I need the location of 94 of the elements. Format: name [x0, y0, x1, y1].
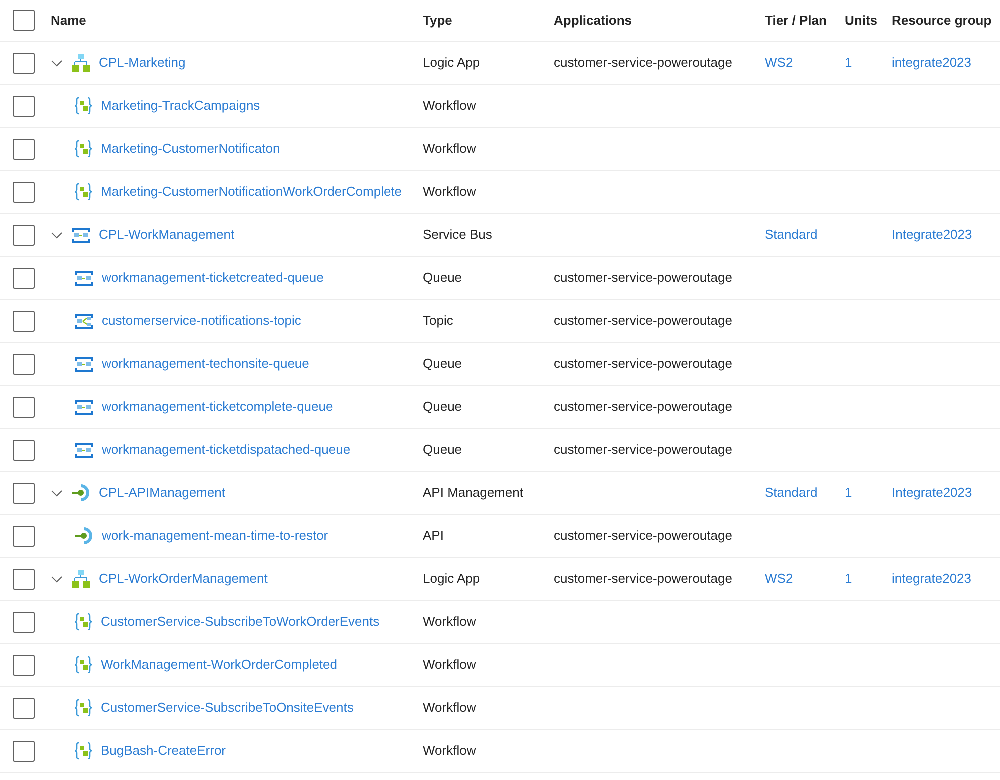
resource-group-link[interactable]: Integrate2023: [892, 227, 972, 242]
type-cell-text: Queue: [423, 269, 464, 288]
row-checkbox[interactable]: [13, 698, 35, 718]
resource-link[interactable]: workmanagement-ticketcreated-queue: [102, 268, 324, 288]
application-cell: customer-service-poweroutage: [554, 571, 732, 586]
resource-link[interactable]: Marketing-TrackCampaigns: [101, 96, 260, 116]
type-cell-text: Service Bus: [423, 226, 494, 244]
type-cell-text: API: [423, 527, 445, 546]
tier-link[interactable]: Standard: [765, 485, 818, 500]
application-cell: customer-service-poweroutage: [554, 528, 732, 544]
resource-link[interactable]: workmanagement-ticketdispatached-queue: [102, 440, 351, 460]
resource-link[interactable]: work-management-mean-time-to-restor: [102, 526, 328, 546]
units-link[interactable]: 1: [845, 55, 852, 70]
resource-link[interactable]: BugBash-CreateError: [101, 741, 226, 761]
topic-icon: [75, 314, 93, 328]
type-cell-text: API Management: [423, 484, 524, 502]
row-checkbox[interactable]: [13, 612, 35, 632]
row-checkbox[interactable]: [13, 740, 35, 762]
type-cell-text: Workflow: [423, 183, 478, 202]
column-header[interactable]: Applications: [554, 10, 765, 30]
row-checkbox[interactable]: [13, 440, 35, 460]
queue-icon: [72, 228, 90, 242]
resource-link[interactable]: Marketing-CustomerNotificaton: [101, 139, 280, 159]
row-checkbox[interactable]: [13, 310, 35, 332]
type-cell-text: Workflow: [423, 613, 478, 632]
resource-group-link[interactable]: integrate2023: [892, 571, 972, 586]
application-cell: customer-service-poweroutage: [554, 55, 732, 70]
row-checkbox[interactable]: [13, 96, 35, 116]
type-cell-text: Workflow: [423, 742, 478, 760]
type-cell-text: Workflow: [423, 140, 478, 158]
resource-link[interactable]: WorkManagement-WorkOrderCompleted: [101, 655, 338, 675]
queue-icon: [75, 442, 93, 458]
type-cell-text: Workflow: [423, 699, 478, 718]
row-checkbox[interactable]: [13, 182, 35, 202]
row-checkbox[interactable]: [13, 354, 35, 374]
resource-link[interactable]: CPL-WorkOrderManagement: [99, 569, 268, 589]
resource-link[interactable]: CustomerService-SubscribeToOnsiteEvents: [101, 698, 354, 718]
row-checkbox[interactable]: [13, 654, 35, 676]
resource-link[interactable]: CustomerService-SubscribeToWorkOrderEvents: [101, 612, 380, 632]
type-cell-text: Queue: [423, 355, 464, 374]
tier-link[interactable]: WS2: [765, 55, 794, 70]
resource-link[interactable]: workmanagement-ticketcomplete-queue: [102, 397, 334, 417]
units-link[interactable]: 1: [845, 485, 852, 500]
application-cell: customer-service-poweroutage: [554, 399, 732, 414]
type-cell-text: Queue: [423, 441, 464, 460]
row-checkbox[interactable]: [13, 138, 35, 160]
api-icon: [75, 527, 93, 545]
resource-group-link[interactable]: integrate2023: [892, 55, 972, 70]
application-cell: customer-service-poweroutage: [554, 356, 732, 372]
type-cell-text: Logic App: [423, 54, 482, 72]
column-header[interactable]: Resource group: [892, 10, 1000, 30]
queue-icon: [75, 270, 93, 286]
queue-icon: [75, 400, 93, 414]
application-cell: customer-service-poweroutage: [554, 270, 732, 286]
type-cell-text: Workflow: [423, 656, 478, 674]
row-checkbox[interactable]: [13, 52, 35, 74]
row-checkbox[interactable]: [13, 482, 35, 504]
api-icon: [72, 484, 90, 502]
tier-link[interactable]: Standard: [765, 227, 818, 242]
resource-group-link[interactable]: Integrate2023: [892, 485, 972, 500]
type-cell-text: Logic App: [423, 570, 482, 588]
hierarchy-icon: [72, 54, 90, 72]
tier-link[interactable]: WS2: [765, 571, 794, 586]
row-checkbox[interactable]: [13, 526, 35, 546]
application-cell: customer-service-poweroutage: [554, 442, 732, 458]
type-cell-text: Queue: [423, 398, 464, 416]
type-cell-text: Topic: [423, 312, 454, 330]
workflow-icon: [75, 699, 92, 717]
workflow-icon: [75, 97, 92, 115]
resource-link[interactable]: CPL-WorkManagement: [99, 225, 235, 245]
row-checkbox[interactable]: [13, 10, 35, 31]
column-header[interactable]: Units: [845, 10, 892, 30]
workflow-icon: [75, 183, 92, 201]
resource-link[interactable]: Marketing-CustomerNotificationWorkOrderComplete: [101, 182, 402, 202]
workflow-icon: [75, 656, 92, 674]
queue-icon: [75, 356, 93, 372]
units-link[interactable]: 1: [845, 571, 852, 586]
workflow-icon: [75, 613, 92, 631]
resource-link[interactable]: CPL-APIManagement: [99, 483, 226, 503]
row-checkbox[interactable]: [13, 268, 35, 288]
row-checkbox[interactable]: [13, 224, 35, 246]
column-header[interactable]: Tier / Plan: [765, 10, 845, 30]
workflow-icon: [75, 742, 92, 760]
resource-link[interactable]: workmanagement-techonsite-queue: [102, 354, 310, 374]
workflow-icon: [75, 140, 92, 158]
row-checkbox[interactable]: [13, 568, 35, 590]
hierarchy-icon: [72, 570, 90, 588]
type-cell-text: Workflow: [423, 97, 478, 116]
column-header[interactable]: Name: [51, 10, 423, 30]
application-cell: customer-service-poweroutage: [554, 313, 732, 328]
resource-link[interactable]: customerservice-notifications-topic: [102, 311, 302, 331]
row-checkbox[interactable]: [13, 396, 35, 418]
resource-link[interactable]: CPL-Marketing: [99, 53, 186, 73]
column-header[interactable]: Type: [423, 10, 554, 30]
